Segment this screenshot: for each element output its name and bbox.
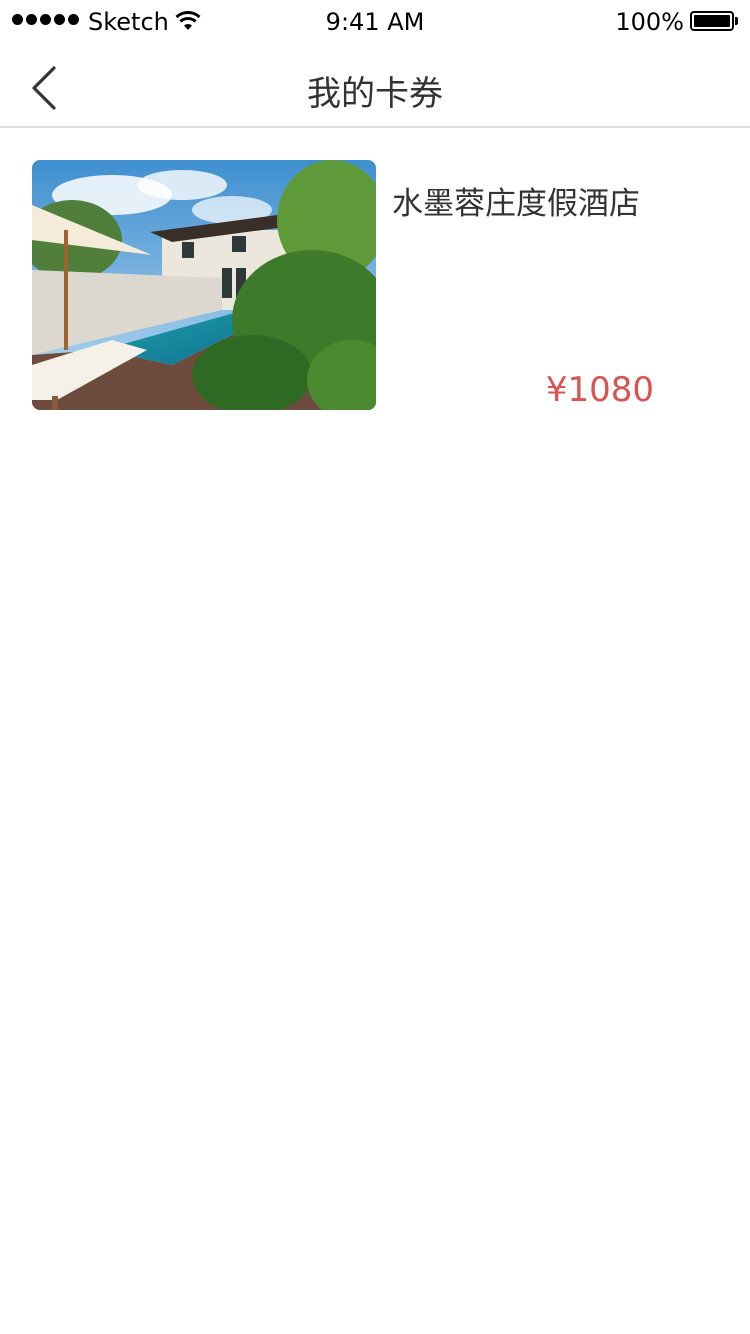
- nav-bar: 我的卡券: [0, 44, 750, 128]
- page-title: 我的卡券: [307, 74, 443, 114]
- status-bar: Sketch 9:41 AM 100%: [0, 0, 750, 44]
- hotel-name: 水墨蓉庄度假酒店: [392, 186, 640, 222]
- battery-icon: [690, 11, 738, 31]
- card-price: ¥1080: [545, 370, 654, 410]
- hotel-thumbnail: [32, 160, 376, 410]
- card-list-item[interactable]: 水墨蓉庄度假酒店 ¥1080: [32, 160, 718, 410]
- screen: Sketch 9:41 AM 100% 我的卡券 水墨蓉庄度假酒店 ¥1080: [0, 0, 750, 1334]
- battery-percent: 100%: [615, 8, 684, 36]
